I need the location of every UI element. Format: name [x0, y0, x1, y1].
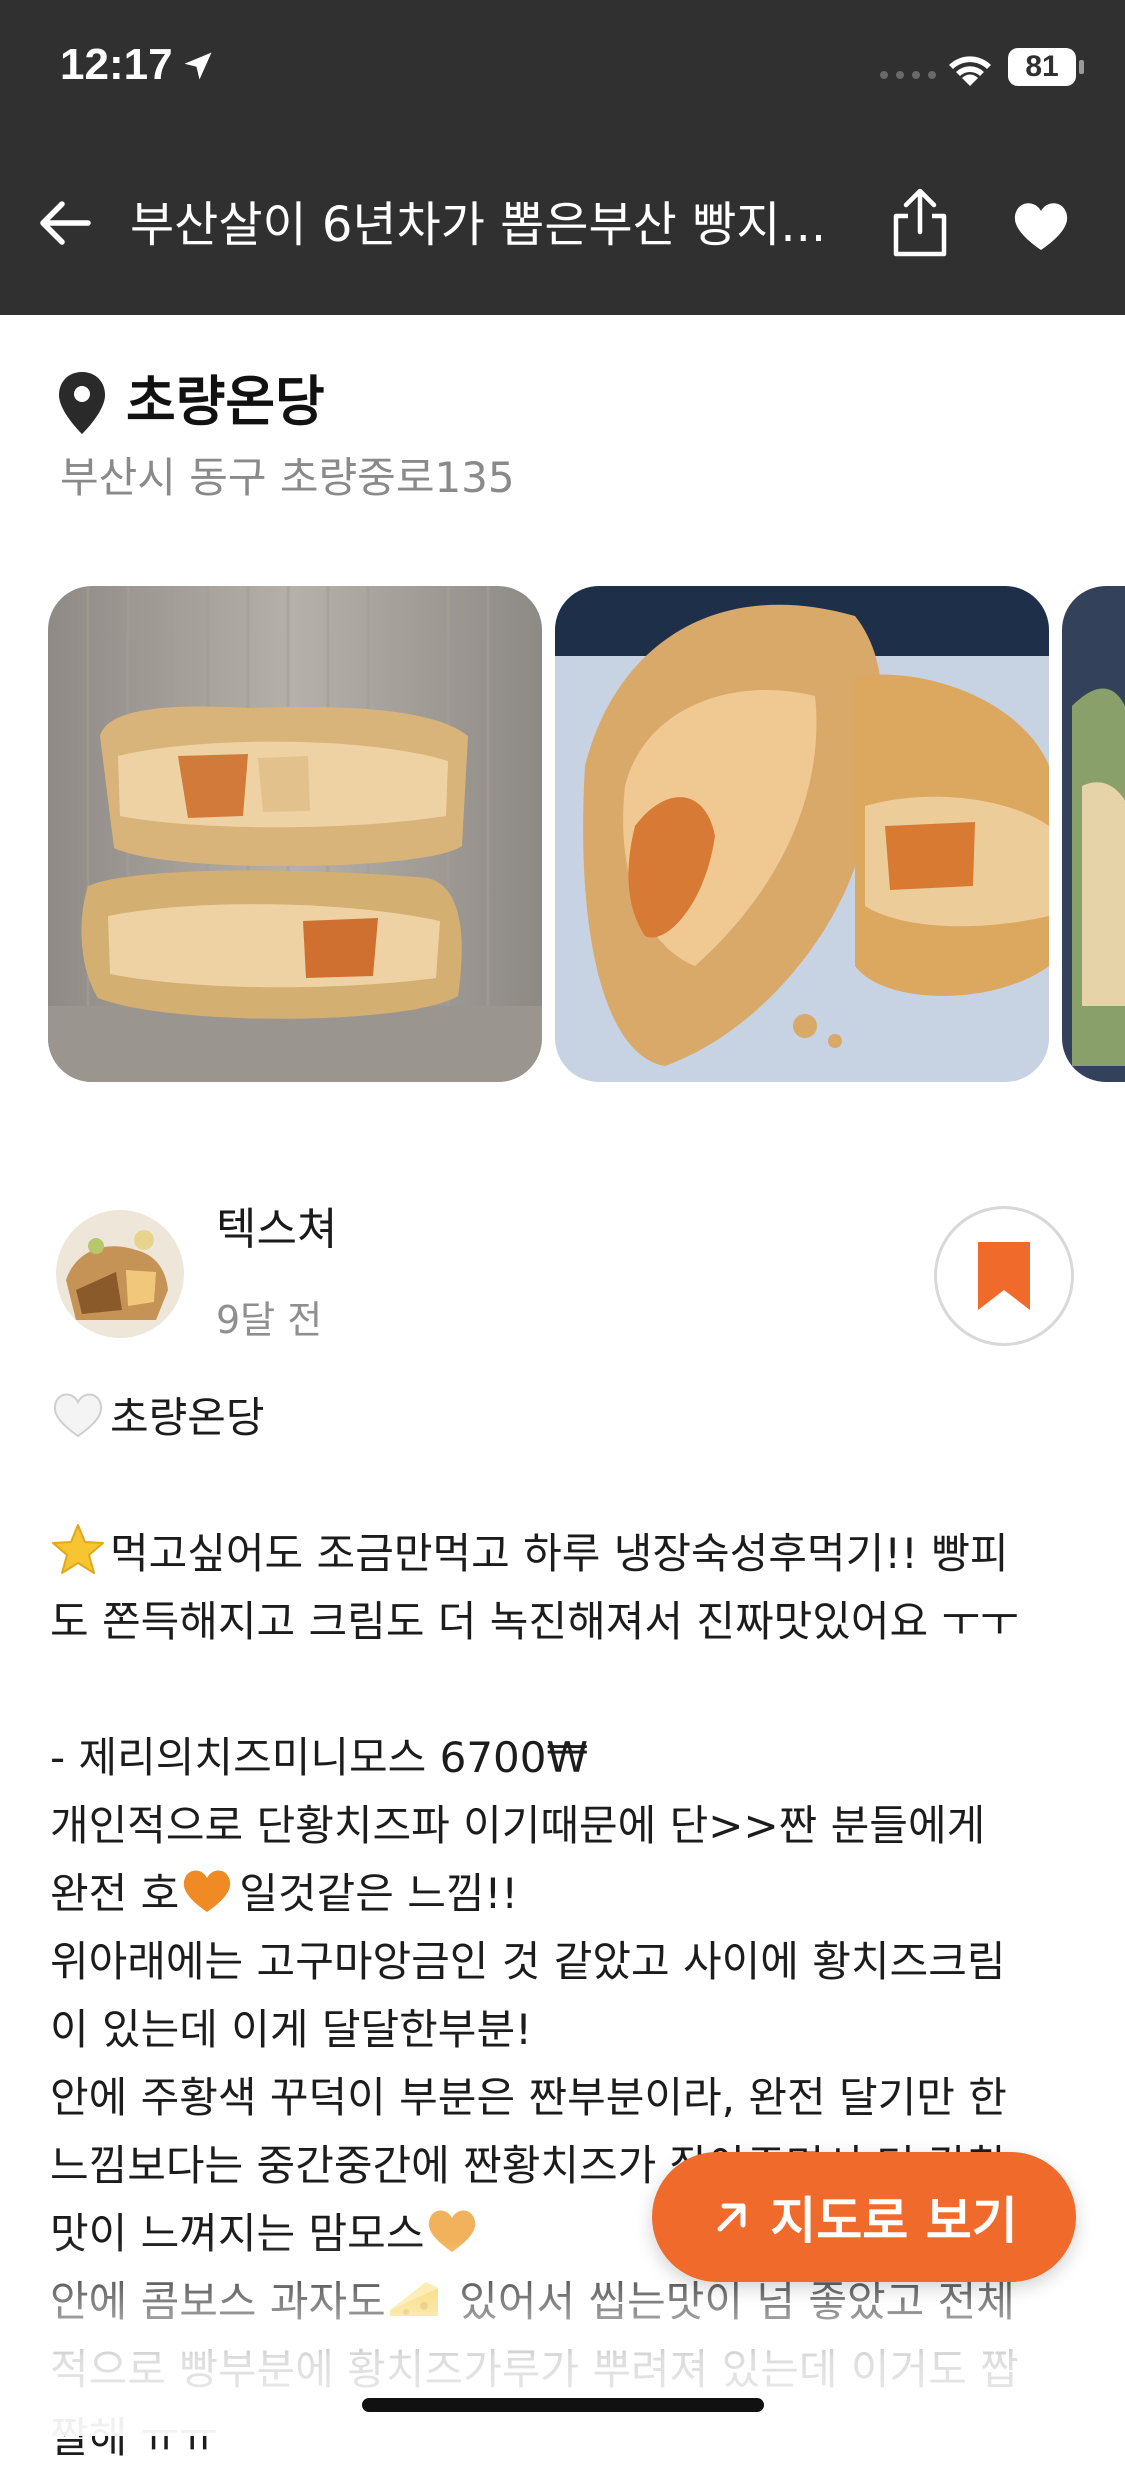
cheese-emoji-icon	[389, 2282, 438, 2316]
beige-heart-emoji-icon	[429, 2210, 476, 2252]
status-time: 12:17	[60, 40, 173, 89]
top-app-bar: 12:17 81 부산살이 6년차가 뽑은부산 빵지...	[0, 0, 1125, 315]
view-map-button[interactable]: 지도로 보기	[652, 2152, 1076, 2282]
orange-heart-emoji-icon	[184, 1870, 231, 1912]
text-line: 위아래에는 고구마앙금인 것 같았고 사이에 황치즈크림	[50, 1937, 1006, 1986]
star-emoji-icon	[52, 1524, 104, 1574]
white-heart-emoji-icon	[53, 1393, 103, 1438]
post-content: 초량온당 먹고싶어도 조금만먹고 하루 냉장숙성후먹기!! 빵피 도 쫀득해지고…	[50, 1384, 1080, 2472]
photo-carousel[interactable]	[0, 586, 1125, 1082]
text-line: 적으로 빵부분에 황치즈가루가 뿌려져 있는데 이거도 짭	[50, 2345, 1019, 2394]
text-line: 이 있는데 이게 달달한부분!	[50, 2005, 532, 2054]
text-line: 먹고싶어도 조금만먹고 하루 냉장숙성후먹기!! 빵피	[50, 1520, 1080, 1588]
photo-green-pastry-partial[interactable]	[1062, 586, 1125, 1082]
place-name: 초량온당	[126, 370, 325, 433]
photo-pastry-closeup[interactable]	[555, 586, 1049, 1082]
arrow-up-right-icon	[717, 2203, 746, 2232]
bookmark-icon	[978, 1242, 1030, 1310]
battery-indicator: 81	[1008, 48, 1076, 86]
heart-icon[interactable]	[1008, 192, 1074, 258]
author-avatar[interactable]	[56, 1210, 184, 1338]
battery-cap	[1079, 60, 1084, 74]
location-pin-icon	[59, 372, 105, 434]
bookmark-button[interactable]	[934, 1206, 1074, 1346]
page-title: 부산살이 6년차가 뽑은부산 빵지...	[130, 197, 827, 253]
location-arrow-icon	[184, 52, 212, 80]
back-arrow-icon[interactable]	[32, 190, 98, 256]
view-map-label: 지도로 보기	[770, 2192, 1018, 2250]
share-icon[interactable]	[880, 182, 960, 262]
wifi-icon	[949, 56, 991, 86]
home-indicator[interactable]	[362, 2398, 764, 2412]
place-address: 부산시 동구 초량중로135	[60, 453, 515, 502]
text-line: 짤해 ㅠㅠ	[50, 2413, 218, 2462]
text-line: 초량온당	[50, 1384, 1080, 1452]
post-timestamp: 9달 전	[216, 1298, 323, 1342]
text-line: - 제리의치즈미니모스 6700₩	[50, 1733, 589, 1782]
photo-stacked-pastry[interactable]	[48, 586, 542, 1082]
text-line: 도 쫀득해지고 크림도 더 녹진해져서 진짜맛있어요 ㅜㅜ	[50, 1597, 1019, 1646]
signal-icon	[880, 71, 936, 79]
text-line: 완전 호 일것같은 느낌!!	[50, 1860, 1080, 1928]
text-line: 안에 주황색 꾸덕이 부분은 짠부분이라, 완전 달기만 한	[50, 2073, 1007, 2122]
author-name[interactable]: 텍스쳐	[216, 1200, 337, 1260]
text-line: 개인적으로 단황치즈파 이기때문에 단>>짠 분들에게	[50, 1801, 986, 1850]
